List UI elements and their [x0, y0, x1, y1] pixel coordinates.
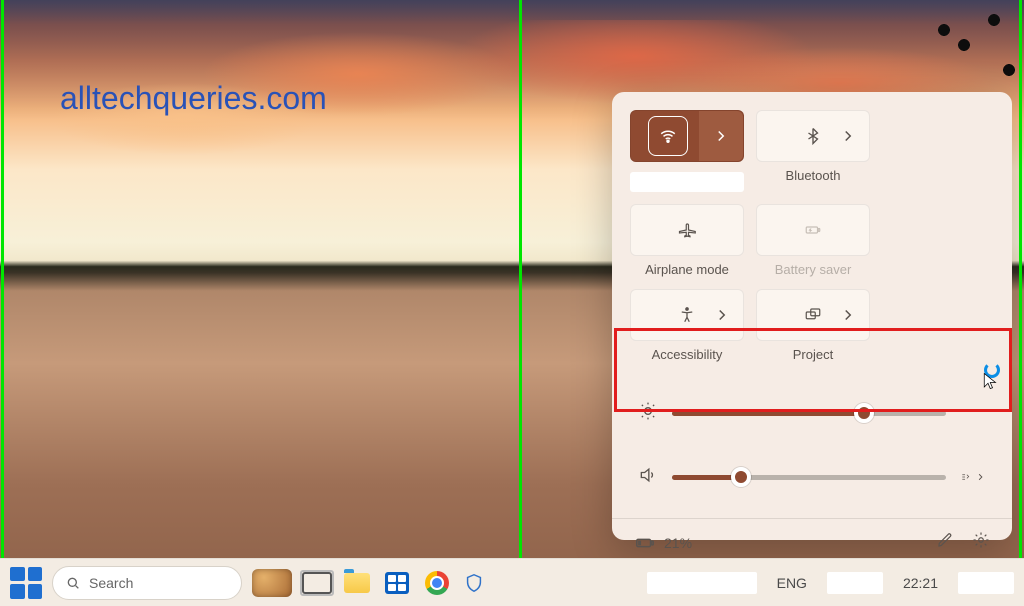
pencil-icon [936, 531, 954, 549]
tray-redacted-1 [647, 572, 757, 594]
file-explorer-button[interactable] [342, 568, 372, 598]
all-settings-button[interactable] [972, 531, 990, 554]
gear-icon [972, 531, 990, 549]
chevron-right-icon [839, 127, 857, 145]
tile-battery-saver-label: Battery saver [775, 262, 852, 277]
taskbar-search-placeholder: Search [89, 575, 133, 591]
volume-slider[interactable] [672, 475, 946, 480]
pinned-app-1[interactable] [252, 569, 292, 597]
tray-redacted-2 [827, 572, 883, 594]
tray-redacted-3 [958, 572, 1014, 594]
taskbar: Search ENG 22:21 [0, 558, 1024, 606]
shield-icon [463, 572, 485, 594]
chevron-right-icon [713, 306, 731, 324]
tray-language[interactable]: ENG [777, 575, 807, 591]
battery-saver-icon [804, 221, 822, 239]
start-button[interactable] [10, 567, 42, 599]
tray-clock[interactable]: 22:21 [903, 575, 938, 591]
microsoft-store-button[interactable] [382, 568, 412, 598]
battery-percent-text: 21% [664, 535, 692, 551]
audio-output-icon [960, 469, 971, 485]
volume-icon [638, 465, 658, 490]
tile-wifi[interactable] [630, 110, 744, 162]
edit-quick-settings-button[interactable] [936, 531, 954, 554]
volume-slider-row [638, 460, 986, 494]
task-view-button[interactable] [302, 568, 332, 598]
quick-settings-flyout: Bluetooth Airplane mode Battery sav [612, 92, 1012, 540]
watermark-text: alltechqueries.com [60, 80, 327, 117]
tile-battery-saver[interactable] [756, 204, 870, 256]
airplane-icon [678, 221, 696, 239]
chevron-right-icon [975, 469, 986, 485]
chrome-button[interactable] [422, 568, 452, 598]
tile-airplane-label: Airplane mode [645, 262, 729, 277]
audio-output-button[interactable] [960, 469, 986, 485]
tile-airplane-mode[interactable] [630, 204, 744, 256]
project-icon [804, 306, 822, 324]
quick-settings-tiles: Bluetooth Airplane mode Battery sav [630, 110, 994, 362]
system-tray: ENG 22:21 [647, 572, 1014, 594]
chevron-right-icon [839, 306, 857, 324]
battery-status[interactable]: 21% [634, 532, 692, 554]
bluetooth-icon [804, 127, 822, 145]
chevron-right-icon [712, 127, 730, 145]
brightness-slider[interactable] [672, 411, 946, 416]
brightness-slider-row [638, 396, 986, 430]
windows-security-button[interactable] [462, 571, 486, 595]
accessibility-icon [678, 306, 696, 324]
tile-accessibility-label: Accessibility [652, 347, 723, 362]
tile-bluetooth-label: Bluetooth [786, 168, 841, 183]
wifi-icon [653, 121, 683, 151]
battery-icon [634, 532, 656, 554]
taskbar-search[interactable]: Search [52, 566, 242, 600]
tile-project[interactable] [756, 289, 870, 341]
tile-wifi-label [630, 172, 744, 192]
tile-accessibility[interactable] [630, 289, 744, 341]
tile-project-label: Project [793, 347, 833, 362]
wifi-expand-button[interactable] [699, 111, 743, 161]
search-icon [65, 575, 81, 591]
tile-bluetooth[interactable] [756, 110, 870, 162]
brightness-icon [638, 401, 658, 426]
